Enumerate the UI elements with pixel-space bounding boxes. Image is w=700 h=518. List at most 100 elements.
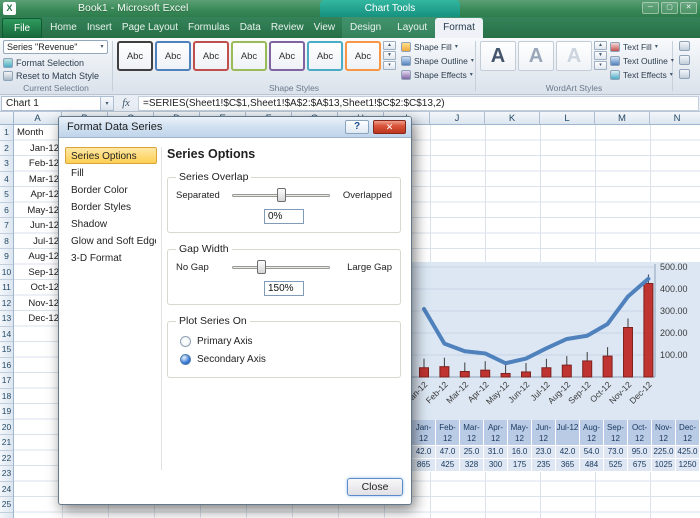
row-header-21[interactable]: 21 xyxy=(0,435,13,451)
overlap-value-input[interactable]: 0% xyxy=(264,209,304,224)
gallery-more-icon[interactable]: ▾ xyxy=(594,61,607,70)
dialog-nav-3-d-format[interactable]: 3-D Format xyxy=(65,249,157,266)
dialog-close-button[interactable]: Close xyxy=(347,478,403,496)
shape-fill-button[interactable]: Shape Fill ▾ xyxy=(401,40,473,53)
cell-a9[interactable]: Aug-12 xyxy=(14,249,62,265)
row-header-2[interactable]: 2 xyxy=(0,141,13,156)
column-header-m[interactable]: M xyxy=(595,112,650,125)
cell-a8[interactable]: Jul-12 xyxy=(14,234,62,250)
tab-format[interactable]: Format xyxy=(435,18,483,38)
chart-plot[interactable]: 500.00400.00300.00200.00100.00Jan-12Feb-… xyxy=(412,262,700,420)
row-header-20[interactable]: 20 xyxy=(0,420,13,435)
gap-slider-thumb[interactable] xyxy=(257,260,267,274)
select-all-corner[interactable] xyxy=(0,112,14,125)
gallery-down-icon[interactable]: ▼ xyxy=(594,51,607,60)
row-header-12[interactable]: 12 xyxy=(0,296,13,311)
radio-option-secondary-axis[interactable]: Secondary Axis xyxy=(180,351,392,367)
send-backward-icon[interactable] xyxy=(679,55,690,65)
maximize-button[interactable]: ▢ xyxy=(661,2,678,14)
tab-review[interactable]: Review xyxy=(266,17,309,38)
wordart-style-thumb-2[interactable]: A xyxy=(518,41,554,71)
tab-view[interactable]: View xyxy=(309,17,341,38)
cell-a5[interactable]: Apr-12 xyxy=(14,187,62,203)
row-header-7[interactable]: 7 xyxy=(0,218,13,234)
gallery-up-icon[interactable]: ▲ xyxy=(594,41,607,50)
row-header-19[interactable]: 19 xyxy=(0,404,13,420)
row-header-8[interactable]: 8 xyxy=(0,234,13,249)
gap-slider[interactable] xyxy=(232,259,330,275)
minimize-button[interactable]: ─ xyxy=(642,2,659,14)
wordart-style-thumb-1[interactable]: A xyxy=(480,41,516,71)
shape-style-thumb-3[interactable]: Abc xyxy=(193,41,229,71)
title-bar[interactable]: X Book1 - Microsoft Excel Chart Tools ─ … xyxy=(0,0,700,17)
shape-style-thumb-1[interactable]: Abc xyxy=(117,41,153,71)
shape-style-thumb-6[interactable]: Abc xyxy=(307,41,343,71)
tab-file[interactable]: File xyxy=(2,18,43,38)
gap-value-input[interactable]: 150% xyxy=(264,281,304,296)
tab-home[interactable]: Home xyxy=(45,17,82,38)
column-header-j[interactable]: J xyxy=(430,112,485,125)
tab-design[interactable]: Design xyxy=(342,17,389,38)
formula-input[interactable]: =SERIES(Sheet1!$C$1,Sheet1!$A$2:$A$13,Sh… xyxy=(138,95,699,111)
dialog-nav-border-color[interactable]: Border Color xyxy=(65,181,157,198)
shape-style-thumb-5[interactable]: Abc xyxy=(269,41,305,71)
shape-style-thumb-2[interactable]: Abc xyxy=(155,41,191,71)
dialog-nav-glow-and-soft-edges[interactable]: Glow and Soft Edges xyxy=(65,232,157,249)
row-header-18[interactable]: 18 xyxy=(0,389,13,404)
column-header-k[interactable]: K xyxy=(485,112,540,125)
tab-page-layout[interactable]: Page Layout xyxy=(117,17,183,38)
chart-element-selector[interactable]: Series "Revenue" ▾ xyxy=(3,40,108,54)
cell-a12[interactable]: Nov-12 xyxy=(14,296,62,312)
row-header-15[interactable]: 15 xyxy=(0,342,13,358)
dialog-nav-fill[interactable]: Fill xyxy=(65,164,157,181)
column-header-a[interactable]: A xyxy=(14,112,62,125)
row-header-9[interactable]: 9 xyxy=(0,249,13,265)
cell-a7[interactable]: Jun-12 xyxy=(14,218,62,234)
close-button[interactable]: ✕ xyxy=(680,2,697,14)
row-header-23[interactable]: 23 xyxy=(0,466,13,482)
dialog-title-bar[interactable]: Format Data Series ? ✕ xyxy=(59,117,411,138)
row-header-1[interactable]: 1 xyxy=(0,125,13,141)
cell-a6[interactable]: May-12 xyxy=(14,203,62,219)
dialog-help-button[interactable]: ? xyxy=(345,120,369,134)
shape-outline-button[interactable]: Shape Outline ▾ xyxy=(401,54,474,67)
shape-style-thumb-7[interactable]: Abc xyxy=(345,41,381,71)
format-selection-button[interactable]: Format Selection xyxy=(3,57,84,69)
row-header-10[interactable]: 10 xyxy=(0,265,13,280)
row-header-5[interactable]: 5 xyxy=(0,187,13,203)
cell-a1[interactable]: Month xyxy=(14,125,62,141)
cell-a11[interactable]: Oct-12 xyxy=(14,280,62,296)
wordart-style-thumb-3[interactable]: A xyxy=(556,41,592,71)
row-header-17[interactable]: 17 xyxy=(0,373,13,389)
tab-data[interactable]: Data xyxy=(235,17,266,38)
row-header-16[interactable]: 16 xyxy=(0,358,13,373)
shape-style-thumb-4[interactable]: Abc xyxy=(231,41,267,71)
dialog-nav-series-options[interactable]: Series Options xyxy=(65,147,157,164)
selection-pane-icon[interactable] xyxy=(679,69,690,79)
name-box[interactable]: Chart 1 xyxy=(1,95,101,111)
dialog-nav-border-styles[interactable]: Border Styles xyxy=(65,198,157,215)
shape-effects-button[interactable]: Shape Effects ▾ xyxy=(401,68,473,81)
cell-a13[interactable]: Dec-12 xyxy=(14,311,62,327)
bring-forward-icon[interactable] xyxy=(679,41,690,51)
insert-function-icon[interactable]: fx xyxy=(114,98,138,109)
dialog-close-icon[interactable]: ✕ xyxy=(373,120,406,134)
tab-layout[interactable]: Layout xyxy=(389,17,435,38)
chart-object[interactable]: 500.00 400.00 300.00 200.00 100.00 Jan-12 Feb-… xyxy=(412,262,700,472)
tab-insert[interactable]: Insert xyxy=(82,17,117,38)
dialog-nav-shadow[interactable]: Shadow xyxy=(65,215,157,232)
text-fill-button[interactable]: Text Fill ▾ xyxy=(610,40,670,53)
text-effects-button[interactable]: Text Effects ▾ xyxy=(610,68,673,81)
tab-formulas[interactable]: Formulas xyxy=(183,17,235,38)
row-header-11[interactable]: 11 xyxy=(0,280,13,296)
radio-option-primary-axis[interactable]: Primary Axis xyxy=(180,333,392,349)
gallery-up-icon[interactable]: ▲ xyxy=(383,41,396,50)
overlap-slider-thumb[interactable] xyxy=(277,188,286,202)
cell-a2[interactable]: Jan-12 xyxy=(14,141,62,157)
cell-a3[interactable]: Feb-12 xyxy=(14,156,62,172)
cell-a10[interactable]: Sep-12 xyxy=(14,265,62,281)
row-header-22[interactable]: 22 xyxy=(0,451,13,466)
overlap-slider[interactable] xyxy=(232,187,330,203)
text-outline-button[interactable]: Text Outline ▾ xyxy=(610,54,674,67)
row-header-14[interactable]: 14 xyxy=(0,327,13,342)
